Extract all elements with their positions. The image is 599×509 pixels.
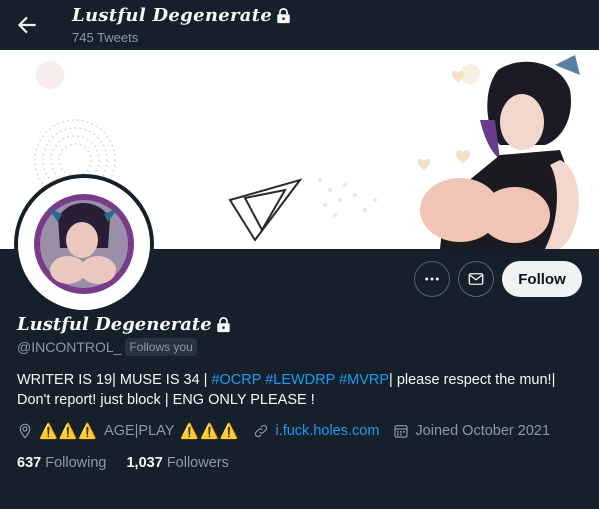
website-item[interactable]: i.fuck.holes.com bbox=[253, 423, 379, 439]
followers-link[interactable]: 1,037 Followers bbox=[126, 455, 228, 471]
lock-icon bbox=[216, 316, 230, 332]
profile-meta-row: ⚠️⚠️⚠️ AGE|PLAY ⚠️⚠️⚠️ i.fuck.holes.com … bbox=[17, 422, 558, 440]
mail-icon bbox=[468, 273, 484, 285]
location-text: AGE|PLAY bbox=[104, 423, 175, 439]
location-pin-icon bbox=[19, 423, 31, 439]
warning-emoji-right: ⚠️⚠️⚠️ bbox=[180, 423, 240, 440]
follow-button[interactable]: Follow bbox=[502, 261, 582, 297]
location-item: ⚠️⚠️⚠️ AGE|PLAY ⚠️⚠️⚠️ bbox=[17, 422, 239, 440]
avatar-image bbox=[18, 178, 150, 310]
header-title-text: Lustful Degenerate bbox=[72, 5, 273, 26]
profile-name-text: Lustful Degenerate bbox=[17, 314, 212, 335]
profile-name: Lustful Degenerate bbox=[17, 314, 231, 335]
following-label: Following bbox=[45, 455, 107, 471]
message-button[interactable] bbox=[458, 261, 494, 297]
joined-text: Joined October 2021 bbox=[415, 423, 551, 439]
profile-header-bar: Lustful Degenerate 745 Tweets bbox=[0, 0, 599, 50]
bio-hashtags[interactable]: #OCRP #LEWDRP #MVRP bbox=[211, 372, 389, 388]
back-arrow-icon[interactable] bbox=[14, 12, 40, 38]
tweet-count: 745 Tweets bbox=[72, 30, 139, 45]
handle-row: @INCONTROL_ Follows you bbox=[17, 338, 197, 356]
profile-avatar[interactable] bbox=[14, 174, 154, 314]
more-options-button[interactable] bbox=[414, 261, 450, 297]
header-title: Lustful Degenerate bbox=[72, 5, 291, 26]
following-link[interactable]: 637 Following bbox=[17, 455, 106, 471]
link-icon bbox=[255, 424, 268, 438]
profile-handle: @INCONTROL_ bbox=[17, 339, 122, 355]
follows-you-badge: Follows you bbox=[125, 338, 197, 356]
website-link[interactable]: i.fuck.holes.com bbox=[275, 423, 379, 439]
profile-bio: WRITER IS 19| MUSE IS 34 | #OCRP #LEWDRP… bbox=[17, 370, 587, 410]
calendar-icon bbox=[394, 425, 409, 438]
followers-label: Followers bbox=[166, 455, 229, 471]
bio-text-1: WRITER IS 19| MUSE IS 34 | bbox=[17, 372, 212, 388]
follow-stats: 637 Following 1,037 Followers bbox=[17, 455, 229, 471]
warning-emoji-left: ⚠️⚠️⚠️ bbox=[39, 423, 99, 440]
avatar-illustration bbox=[18, 178, 150, 310]
followers-count: 1,037 bbox=[126, 455, 163, 471]
header-title-block: Lustful Degenerate 745 Tweets bbox=[72, 5, 291, 45]
following-count: 637 bbox=[17, 455, 42, 471]
lock-icon bbox=[277, 7, 290, 23]
more-icon bbox=[425, 277, 439, 281]
joined-item: Joined October 2021 bbox=[393, 423, 550, 439]
